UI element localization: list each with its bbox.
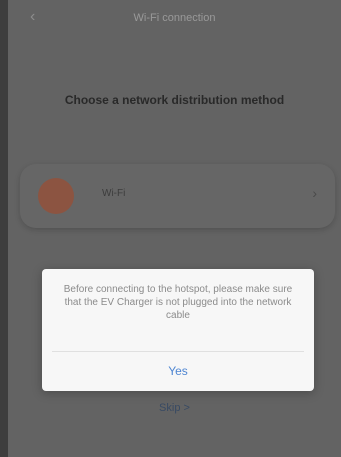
- alert-message: Before connecting to the hotspot, please…: [63, 284, 293, 321]
- yes-button[interactable]: Yes: [42, 356, 314, 386]
- alert-dialog: Before connecting to the hotspot, please…: [42, 269, 314, 391]
- app-frame: ‹ Wi-Fi connection Choose a network dist…: [8, 0, 341, 457]
- dialog-divider: [52, 351, 304, 352]
